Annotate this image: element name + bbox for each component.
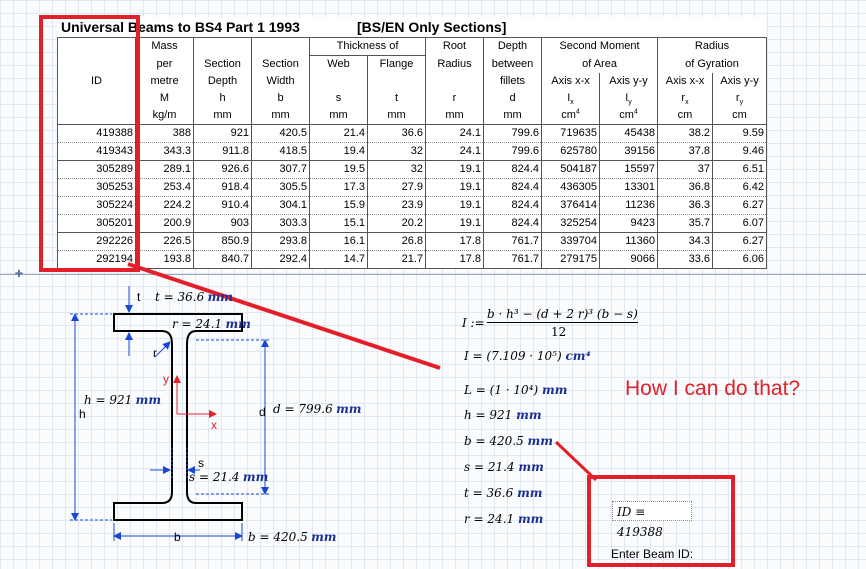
d-letter-label: d — [259, 405, 266, 419]
ibeam-shape — [113, 313, 243, 521]
r-value-label: r = 24.1 mm — [172, 317, 251, 331]
question-annotation: How I can do that? — [625, 377, 801, 400]
t-result[interactable]: t = 36.6 mm — [464, 486, 542, 500]
r-result[interactable]: r = 24.1 mm — [464, 512, 543, 526]
s-result[interactable]: s = 21.4 mm — [464, 460, 544, 474]
h-value-label: h = 921 mm — [84, 393, 162, 407]
s-letter-label: s — [198, 456, 204, 470]
t-letter-label: t — [137, 290, 141, 304]
moment-lhs: I := — [462, 316, 485, 330]
highlight-arrow-line — [127, 262, 441, 370]
moment-numerator: b · h³ − (d + 2 r)³ (b − s) — [487, 307, 638, 323]
input-highlight — [587, 475, 735, 567]
b-value-label: b = 420.5 mm — [248, 530, 337, 544]
moment-denominator: 12 — [551, 325, 567, 339]
id-column-highlight — [39, 15, 140, 272]
r-letter-label: r — [153, 346, 157, 360]
d-value-label: d = 799.6 mm — [273, 402, 362, 416]
t-value-label: t = 36.6 mm — [155, 290, 233, 304]
h-result[interactable]: h = 921 mm — [464, 408, 542, 422]
y-axis-label: y — [163, 372, 169, 386]
moment-result[interactable]: I = (7.109 · 10⁵) cm⁴ — [464, 349, 591, 363]
s-value-label: s = 21.4 mm — [189, 470, 269, 484]
b-letter-label: b — [174, 530, 181, 544]
b-result[interactable]: b = 420.5 mm — [464, 434, 553, 448]
x-axis-label: x — [211, 418, 217, 432]
length-result[interactable]: L = (1 · 10⁴) mm — [464, 383, 567, 397]
h-letter-label: h — [79, 407, 86, 421]
